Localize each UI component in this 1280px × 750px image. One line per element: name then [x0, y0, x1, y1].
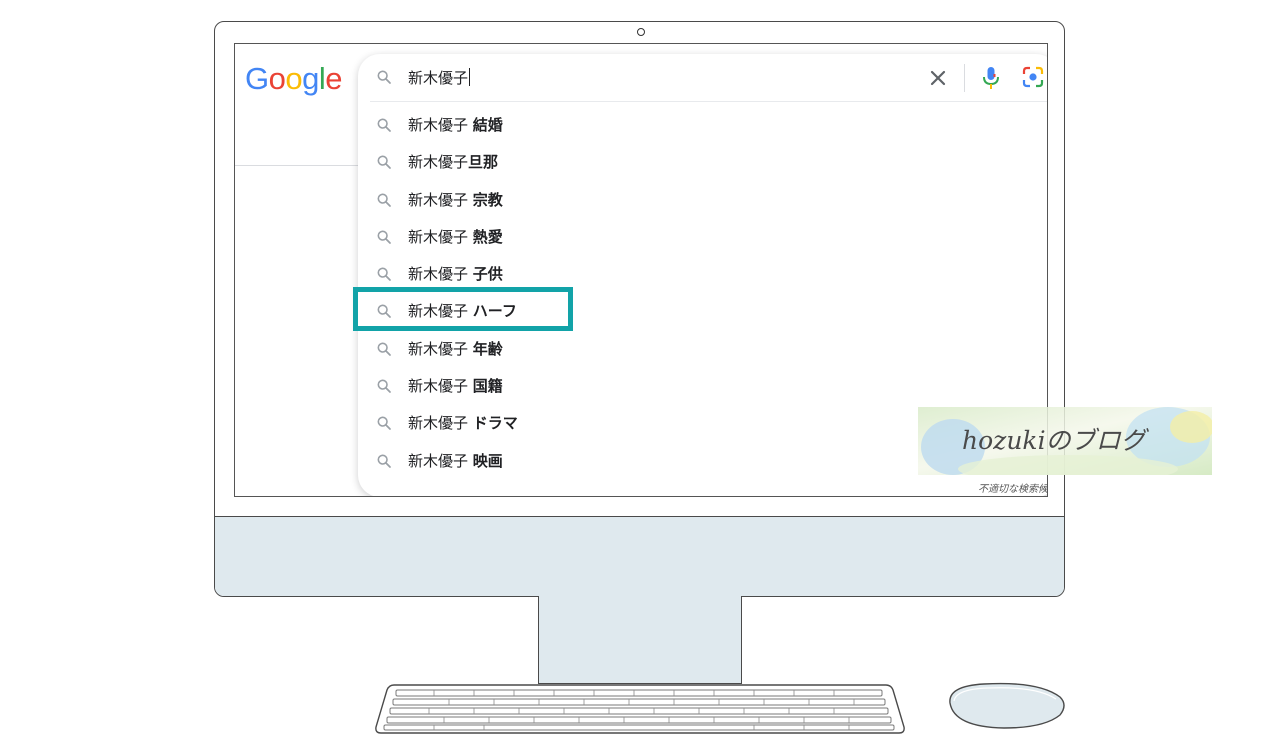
- watermark-text: hozukiのブログ: [962, 426, 1146, 455]
- search-box[interactable]: 新木優子: [358, 54, 1047, 101]
- search-icon: [377, 416, 391, 431]
- clear-icon[interactable]: [926, 66, 950, 90]
- search-icon: [377, 70, 391, 84]
- suggestion-item[interactable]: 新木優子旦那: [358, 144, 1047, 181]
- search-icon: [377, 155, 391, 170]
- suggestion-text: 新木優子 ドラマ: [408, 412, 518, 433]
- suggestion-base: 新木優子: [408, 377, 469, 396]
- suggestion-item[interactable]: 新木優子 宗教: [358, 182, 1047, 219]
- suggestion-suffix: 映画: [472, 451, 503, 470]
- suggestion-item[interactable]: 新木優子 熱愛: [358, 219, 1047, 256]
- suggestion-base: 新木優子: [408, 116, 469, 134]
- monitor-frame: Google 新木優子 新木優子 結婚 新木優子旦那 新木優子 宗教 新木優子 …: [214, 21, 1065, 597]
- text-caret: [469, 68, 471, 86]
- keyboard-illustration: [375, 684, 905, 734]
- suggestion-suffix: 宗教: [472, 190, 503, 209]
- search-icon: [377, 230, 391, 244]
- suggestion-text: 新木優子 子供: [408, 263, 503, 284]
- suggestion-text: 新木優子 国籍: [408, 375, 503, 396]
- suggestion-item[interactable]: 新木優子 年齢: [358, 331, 1047, 368]
- suggestion-base: 新木優子: [408, 414, 469, 433]
- search-icon: [377, 454, 391, 468]
- suggestion-base: 新木優子: [408, 265, 469, 284]
- blog-watermark: hozukiのブログ: [918, 407, 1212, 475]
- suggestion-suffix: 子供: [472, 265, 503, 284]
- suggestion-text: 新木優子 宗教: [408, 189, 503, 210]
- logo-letter: e: [325, 61, 343, 96]
- logo-letter: o: [268, 61, 286, 96]
- logo-letter: g: [302, 61, 319, 96]
- mic-icon[interactable]: [979, 65, 1003, 91]
- lens-icon[interactable]: [1021, 65, 1045, 91]
- suggestion-suffix: ドラマ: [472, 414, 518, 433]
- search-icon: [377, 342, 391, 356]
- report-suggestions-link[interactable]: 不適切な検索候補: [978, 480, 1047, 495]
- suggestion-base: 新木優子: [408, 339, 469, 358]
- suggestion-item[interactable]: 新木優子 結婚: [358, 107, 1047, 144]
- suggestion-suffix: 国籍: [472, 377, 503, 396]
- header-divider: [235, 165, 359, 166]
- search-query: 新木優子: [408, 69, 469, 87]
- suggestion-suffix: 旦那: [468, 153, 499, 172]
- suggestion-text: 新木優子 年齢: [408, 338, 503, 359]
- logo-letter: G: [245, 61, 269, 96]
- suggestion-text: 新木優子 映画: [408, 450, 503, 471]
- suggestion-suffix: 年齢: [472, 339, 503, 358]
- camera-icon: [637, 28, 645, 36]
- search-divider: [370, 101, 1047, 102]
- suggestion-base: 新木優子: [408, 190, 469, 209]
- monitor-chin: [215, 516, 1064, 596]
- suggestion-suffix: 結婚: [472, 116, 503, 134]
- search-input[interactable]: 新木優子: [408, 67, 471, 88]
- search-icon: [377, 193, 391, 207]
- monitor-stand: [538, 596, 742, 684]
- suggestion-text: 新木優子 結婚: [408, 114, 503, 135]
- search-icon: [377, 379, 391, 393]
- toolbar-separator: [964, 64, 965, 92]
- suggestion-text: 新木優子 熱愛: [408, 226, 503, 247]
- suggestion-base: 新木優子: [408, 227, 469, 246]
- logo-letter: o: [285, 61, 303, 96]
- suggestion-suffix: 熱愛: [472, 227, 503, 246]
- google-logo[interactable]: Google: [245, 61, 343, 97]
- suggestion-base: 新木優子: [408, 451, 469, 470]
- suggestion-text: 新木優子旦那: [408, 151, 498, 172]
- suggestion-item[interactable]: 新木優子 国籍: [358, 368, 1047, 405]
- mouse-illustration: [949, 682, 1065, 729]
- search-icon: [377, 118, 391, 132]
- search-icon: [377, 267, 391, 282]
- highlight-box: [353, 287, 573, 331]
- suggestion-base: 新木優子: [408, 153, 469, 172]
